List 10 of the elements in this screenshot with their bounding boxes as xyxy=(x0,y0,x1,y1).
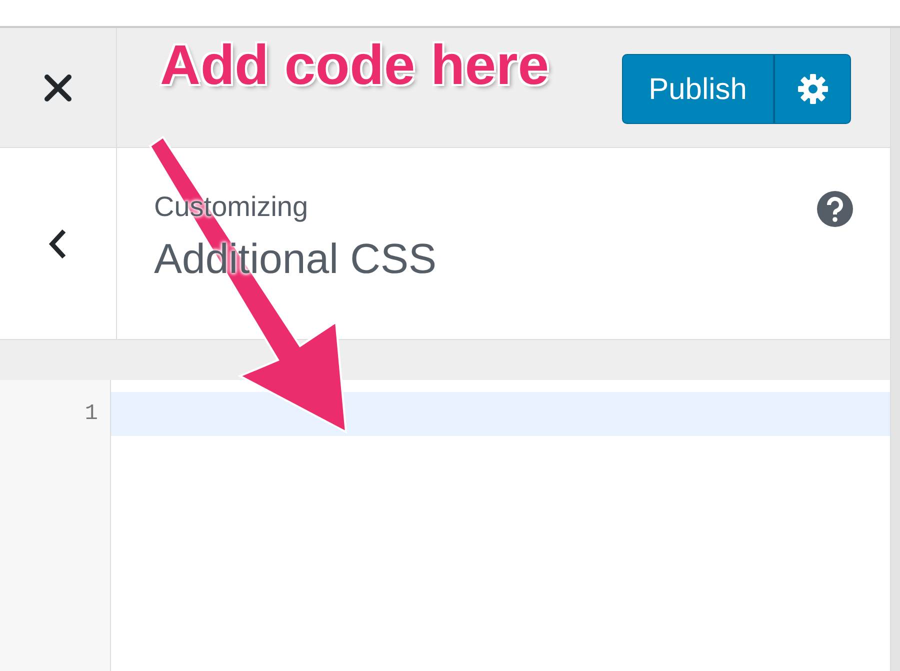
annotation-text: Add code here xyxy=(160,34,549,96)
help-button[interactable] xyxy=(816,190,854,228)
close-icon xyxy=(44,74,72,102)
publish-button[interactable]: Publish xyxy=(622,54,774,124)
back-icon xyxy=(48,228,68,260)
code-editor[interactable]: 1 xyxy=(0,380,890,671)
settings-icon xyxy=(796,73,828,105)
help-icon xyxy=(816,190,854,228)
line-number: 1 xyxy=(84,400,99,428)
settings-button[interactable] xyxy=(774,54,851,124)
